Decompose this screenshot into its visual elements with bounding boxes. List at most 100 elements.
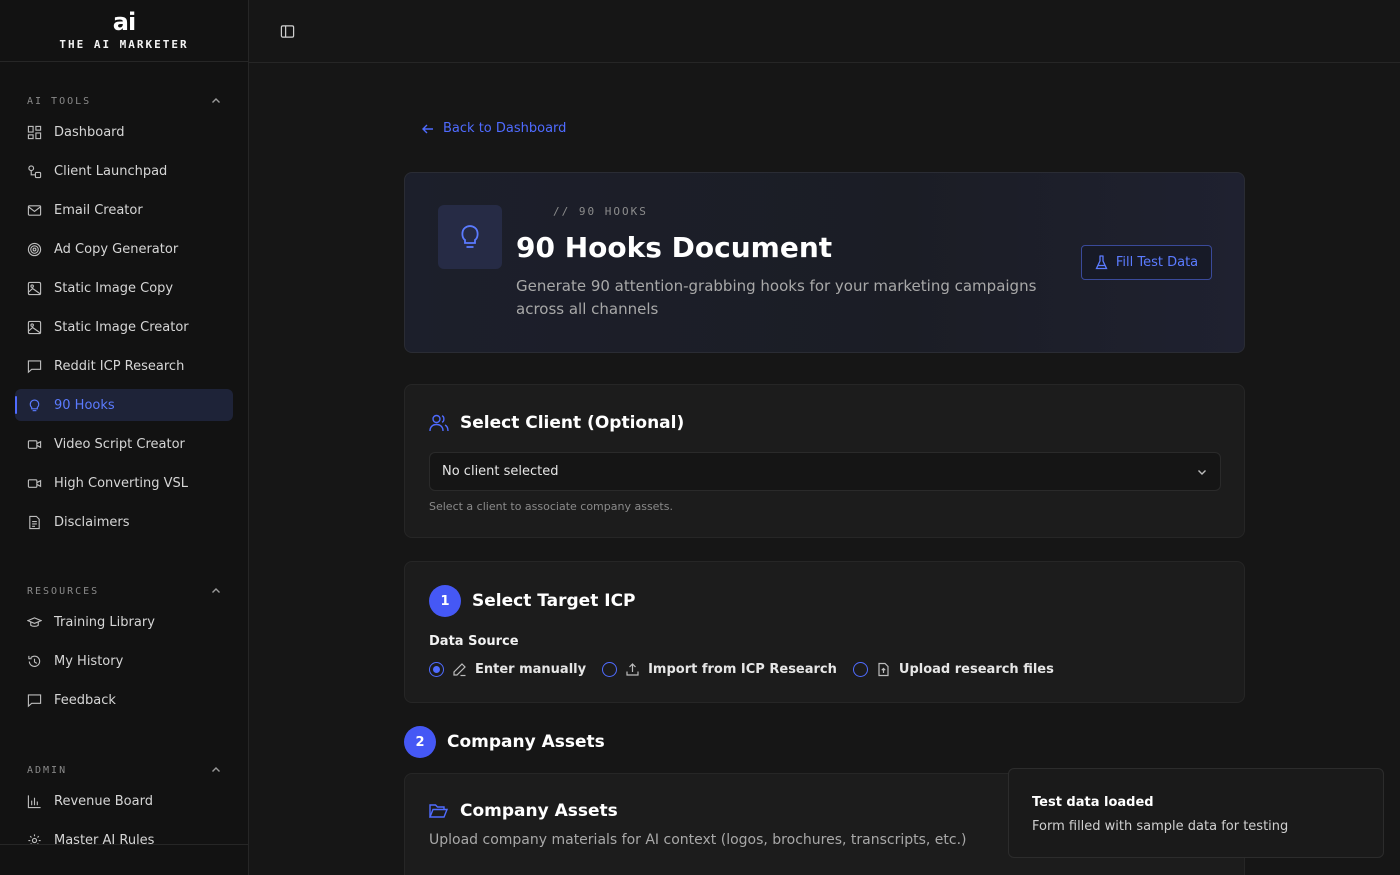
- page-subtitle: Generate 90 attention-grabbing hooks for…: [516, 277, 1037, 318]
- section-title: AI TOOLS: [27, 95, 92, 107]
- sidebar-item-email-creator[interactable]: Email Creator: [15, 194, 233, 226]
- page-title: 90 Hooks Document: [516, 231, 833, 264]
- sidebar-item-high-converting-vsl[interactable]: High Converting VSL: [15, 467, 233, 499]
- sidebar-item-dashboard[interactable]: Dashboard: [15, 116, 233, 148]
- radio-label: Import from ICP Research: [648, 662, 837, 677]
- sidebar: ai THE AI MARKETER AI TOOLS Dashboard Cl…: [0, 0, 249, 875]
- step-number: 2: [404, 726, 436, 758]
- tool-icon-tile: [438, 205, 502, 269]
- upload-icon: [626, 663, 639, 676]
- pencil-icon: [453, 663, 466, 677]
- toast-notification[interactable]: Test data loaded Form filled with sample…: [1008, 768, 1384, 858]
- radio-button[interactable]: [852, 662, 868, 677]
- tool-header-card: // 90 HOOKS 90 Hooks Document Generate 9…: [404, 172, 1245, 353]
- mail-icon: [27, 204, 42, 216]
- back-to-dashboard-link[interactable]: Back to Dashboard: [421, 121, 566, 136]
- arrow-left-icon: [422, 124, 433, 133]
- company-assets-description: Upload company materials for AI context …: [429, 832, 967, 848]
- sidebar-item-client-launchpad[interactable]: Client Launchpad: [15, 155, 233, 187]
- client-helper-text: Select a client to associate company ass…: [429, 500, 673, 513]
- data-source-radio-group: Enter manually Import from ICP Research …: [429, 662, 1070, 677]
- video-icon: [27, 478, 42, 488]
- lightbulb-icon: [461, 225, 479, 248]
- sidebar-footer: [0, 844, 248, 875]
- flask-icon: [1095, 255, 1108, 270]
- top-bar: [249, 0, 1400, 63]
- message-icon: [27, 359, 42, 373]
- section-ai-tools: AI TOOLS: [0, 91, 248, 111]
- radio-button[interactable]: [429, 662, 444, 677]
- sidebar-item-label: Static Image Creator: [54, 319, 189, 335]
- sidebar-item-90-hooks[interactable]: 90 Hooks: [15, 389, 233, 421]
- message-icon: [27, 693, 42, 707]
- image-icon: [27, 320, 42, 334]
- sidebar-item-video-script-creator[interactable]: Video Script Creator: [15, 428, 233, 460]
- target-icon: [27, 242, 42, 256]
- fill-test-data-button[interactable]: Fill Test Data: [1081, 245, 1212, 280]
- image-icon: [27, 281, 42, 295]
- sidebar-item-feedback[interactable]: Feedback: [15, 684, 233, 716]
- sidebar-item-label: Disclaimers: [54, 514, 130, 530]
- section-title: RESOURCES: [27, 585, 100, 597]
- radio-label: Enter manually: [475, 662, 587, 677]
- sidebar-item-label: Video Script Creator: [54, 436, 185, 452]
- toast-title: Test data loaded: [1032, 795, 1154, 810]
- section-admin: ADMIN: [0, 760, 248, 780]
- video-icon: [27, 439, 42, 449]
- card-title: Select Target ICP: [472, 591, 636, 611]
- radio-upload-research-files[interactable]: Upload research files: [852, 662, 1054, 677]
- sidebar-item-label: 90 Hooks: [54, 397, 115, 413]
- radio-enter-manually[interactable]: Enter manually: [429, 662, 586, 677]
- sidebar-item-revenue-board[interactable]: Revenue Board: [15, 785, 233, 817]
- bar-chart-icon: [27, 794, 41, 808]
- sidebar-item-static-image-creator[interactable]: Static Image Creator: [15, 311, 233, 343]
- sidebar-item-label: Feedback: [54, 692, 116, 708]
- section-header-resources[interactable]: RESOURCES: [0, 581, 248, 601]
- brand-logo[interactable]: ai THE AI MARKETER: [0, 0, 248, 62]
- file-upload-icon: [878, 662, 889, 677]
- select-client-card: Select Client (Optional) No client selec…: [404, 384, 1245, 538]
- folder-open-icon: [429, 804, 448, 818]
- lightbulb-icon: [29, 399, 40, 411]
- sidebar-item-disclaimers[interactable]: Disclaimers: [15, 506, 233, 538]
- chevron-up-icon: [212, 767, 220, 772]
- users-icon: [429, 414, 449, 432]
- logo-mark: ai: [112, 8, 136, 36]
- card-header: Select Client (Optional): [429, 413, 684, 433]
- launchpad-icon: [28, 164, 42, 178]
- sidebar-item-label: Email Creator: [54, 202, 143, 218]
- section-resources: RESOURCES: [0, 581, 248, 601]
- radio-import-from-icp-research[interactable]: Import from ICP Research: [602, 662, 837, 677]
- back-label: Back to Dashboard: [443, 121, 567, 136]
- sidebar-item-my-history[interactable]: My History: [15, 645, 233, 677]
- select-target-icp-card: 1 Select Target ICP Data Source Enter ma…: [404, 561, 1245, 703]
- card-title: Select Client (Optional): [460, 413, 685, 433]
- history-icon: [28, 655, 41, 667]
- dashboard-icon: [27, 125, 42, 139]
- sidebar-item-ad-copy-generator[interactable]: Ad Copy Generator: [15, 233, 233, 265]
- client-select[interactable]: No client selected: [429, 452, 1221, 491]
- sidebar-item-reddit-icp-research[interactable]: Reddit ICP Research: [15, 350, 233, 382]
- sidebar-item-label: High Converting VSL: [54, 475, 189, 491]
- page-kicker: // 90 HOOKS: [553, 205, 648, 218]
- toast-description: Form filled with sample data for testing: [1032, 819, 1289, 834]
- chevron-up-icon: [212, 588, 220, 593]
- sidebar-item-label: Client Launchpad: [54, 163, 168, 179]
- graduation-cap-icon: [27, 616, 42, 627]
- section-header-admin[interactable]: ADMIN: [0, 760, 248, 780]
- sidebar-item-label: Ad Copy Generator: [54, 241, 179, 257]
- chevron-down-icon: [1198, 469, 1206, 475]
- card-header: Company Assets: [429, 801, 618, 821]
- company-assets-section-heading: 2 Company Assets: [404, 726, 605, 758]
- card-title: Company Assets: [460, 801, 618, 821]
- chevron-up-icon: [212, 98, 220, 103]
- radio-button[interactable]: [602, 662, 618, 677]
- fill-test-data-label: Fill Test Data: [1115, 255, 1199, 270]
- section-header-ai-tools[interactable]: AI TOOLS: [0, 91, 248, 111]
- sidebar-item-training-library[interactable]: Training Library: [15, 606, 233, 638]
- sidebar-item-label: Dashboard: [54, 124, 125, 140]
- sidebar-item-label: Reddit ICP Research: [54, 358, 185, 374]
- sidebar-toggle-icon[interactable]: [280, 24, 295, 39]
- sidebar-item-static-image-copy[interactable]: Static Image Copy: [15, 272, 233, 304]
- step-number: 1: [429, 585, 461, 617]
